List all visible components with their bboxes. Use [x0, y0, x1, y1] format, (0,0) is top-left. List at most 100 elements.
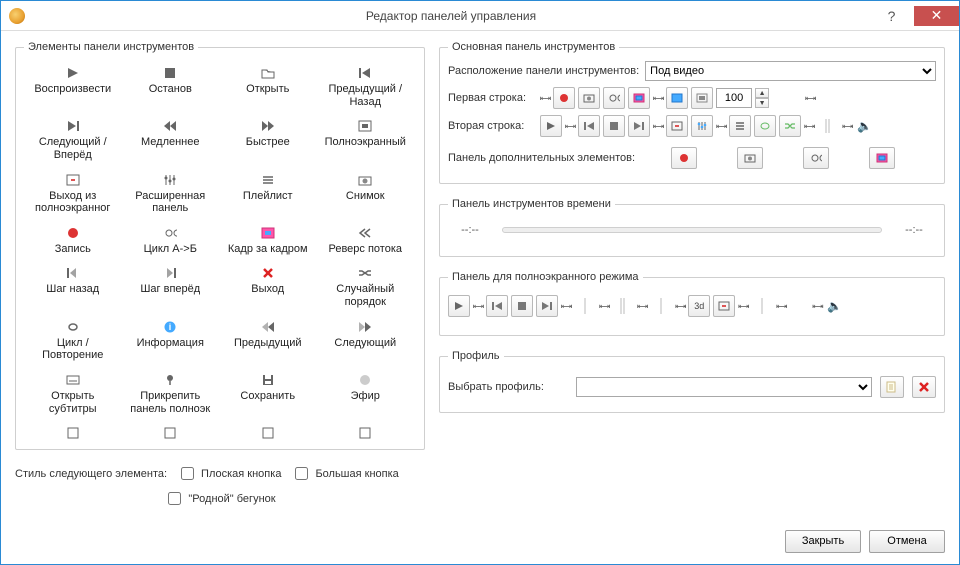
exit-fs-button[interactable] [666, 115, 688, 137]
big-button-check[interactable] [295, 467, 308, 480]
tool-item-step-fwd[interactable]: Шаг вперёд [122, 261, 220, 312]
toolbar-items-grid[interactable]: Воспроизвести ОстановОткрытьПредыдущий / … [24, 61, 416, 441]
tool-item-play[interactable]: Воспроизвести [24, 61, 122, 112]
tool-item-frame[interactable]: Кадр за кадром [219, 221, 317, 260]
tool-item-skip[interactable]: Пропустить [122, 421, 220, 441]
close-button[interactable]: Закрыть [785, 530, 861, 553]
tool-item-quit[interactable]: Выход [219, 261, 317, 312]
tool-item-slower[interactable]: Медленнее [122, 114, 220, 165]
tool-item-faster[interactable]: Быстрее [219, 114, 317, 165]
tool-item-eq[interactable]: Расширенная панель [122, 168, 220, 219]
stop-button[interactable] [603, 115, 625, 137]
play-button[interactable] [540, 115, 562, 137]
zoom-input[interactable] [716, 88, 752, 108]
step-back-icon [62, 265, 84, 281]
tool-item-save[interactable]: Сохранить [219, 368, 317, 419]
fs-exit-button[interactable] [713, 295, 735, 317]
tool-item-loop-ab[interactable]: Цикл A->Б [122, 221, 220, 260]
tool-item-quality[interactable]: Качество [24, 421, 122, 441]
fullscreen-toolbar-legend: Панель для полноэкранного режима [448, 271, 643, 283]
tool-item-shuffle[interactable]: Случайный порядок [317, 261, 415, 312]
tool-item-record[interactable]: Запись [24, 221, 122, 260]
eq-button[interactable] [691, 115, 713, 137]
zoom-down[interactable]: ▼ [755, 98, 769, 108]
tool-item-playlist[interactable]: Плейлист [219, 168, 317, 219]
fullscreen-button[interactable] [666, 87, 688, 109]
arrow-separator-icon: ⇤⇥ [637, 301, 647, 312]
close-window-button[interactable]: ✕ [914, 6, 959, 26]
cancel-button[interactable]: Отмена [869, 530, 945, 553]
big-button-checkbox[interactable]: Большая кнопка [291, 464, 398, 483]
zoom-up[interactable]: ▲ [755, 88, 769, 98]
tool-item-prev[interactable]: Предыдущий / Назад [317, 61, 415, 112]
tool-item-next[interactable]: Следующий / Вперёд [24, 114, 122, 165]
tool-item-skip-prev[interactable]: Предыдущий [219, 315, 317, 366]
next-button[interactable] [628, 115, 650, 137]
arrow-separator-icon: ⇤⇥ [599, 301, 609, 312]
flat-button-check[interactable] [181, 467, 194, 480]
tool-item-skip-next[interactable]: Следующий [317, 315, 415, 366]
tool-item-info[interactable]: iИнформация [122, 315, 220, 366]
profile-new-button[interactable] [880, 376, 904, 398]
fs-separator3[interactable] [650, 295, 672, 317]
playlist-button[interactable] [729, 115, 751, 137]
fs-3d-button[interactable]: 3d [688, 295, 710, 317]
draggable-separator[interactable] [817, 115, 839, 137]
tool-item-label: Информация [137, 337, 204, 350]
fs-next-button[interactable] [536, 295, 558, 317]
step-fwd-icon [159, 265, 181, 281]
tool-item-subs[interactable]: Открыть субтитры [24, 368, 122, 419]
fs-separator1[interactable] [574, 295, 596, 317]
tool-item-label: Воспроизвести [34, 83, 111, 96]
tool-item-goto[interactable]: Перейти на [219, 421, 317, 441]
extra-frame-button[interactable] [869, 147, 895, 169]
time-left-label: --:-- [450, 224, 490, 236]
tool-item-disable[interactable]: Отключить [317, 421, 415, 441]
profile-select[interactable] [576, 377, 872, 397]
fullscreen-icon [354, 118, 376, 134]
tool-item-label: Расширенная панель [124, 190, 218, 215]
loop-button[interactable] [754, 115, 776, 137]
fs-separator4[interactable] [751, 295, 773, 317]
snapshot-button[interactable] [578, 87, 600, 109]
tool-item-stop[interactable]: Останов [122, 61, 220, 112]
tool-item-open[interactable]: Открыть [219, 61, 317, 112]
tool-item-snapshot[interactable]: Снимок [317, 168, 415, 219]
tool-item-label: Случайный порядок [319, 283, 413, 308]
tool-item-fullscreen[interactable]: Полноэкранный [317, 114, 415, 165]
time-slider[interactable] [502, 227, 882, 233]
extra-snapshot-button[interactable] [737, 147, 763, 169]
profile-delete-button[interactable] [912, 376, 936, 398]
arrow-separator-icon: ⇤⇥ [540, 93, 550, 104]
tool-item-label: Медленнее [141, 136, 200, 149]
arrow-separator-icon: ⇤⇥ [776, 301, 786, 312]
record-icon [62, 225, 84, 241]
toolbar-items-legend: Элементы панели инструментов [24, 41, 198, 53]
tool-item-label: Эфир [351, 390, 380, 403]
tool-item-step-back[interactable]: Шаг назад [24, 261, 122, 312]
fs-separator2[interactable] [612, 295, 634, 317]
help-button[interactable]: ? [869, 6, 914, 26]
tool-item-exit-fs[interactable]: Выход из полноэкранног [24, 168, 122, 219]
tool-item-air[interactable]: Эфир [317, 368, 415, 419]
fs-stop-button[interactable] [511, 295, 533, 317]
flat-button-checkbox[interactable]: Плоская кнопка [177, 464, 281, 483]
tool-item-pin[interactable]: Прикрепить панель полноэк [122, 368, 220, 419]
shuffle-button[interactable] [779, 115, 801, 137]
fs-play-button[interactable] [448, 295, 470, 317]
extra-loop-ab-button[interactable] [803, 147, 829, 169]
native-slider-checkbox[interactable]: "Родной" бегунок [164, 489, 275, 508]
prev-button[interactable] [578, 115, 600, 137]
extra-record-button[interactable] [671, 147, 697, 169]
fs-prev-button[interactable] [486, 295, 508, 317]
position-select[interactable]: Под видео [645, 61, 936, 81]
tool-item-label: Кадр за кадром [228, 243, 308, 256]
tool-item-reverse[interactable]: Реверс потока [317, 221, 415, 260]
exit-fullscreen-button[interactable] [691, 87, 713, 109]
loop-ab-button[interactable] [603, 87, 625, 109]
record-button[interactable] [553, 87, 575, 109]
tool-item-label: Следующий [334, 337, 396, 350]
native-slider-check[interactable] [168, 492, 181, 505]
frame-button[interactable] [628, 87, 650, 109]
tool-item-loop[interactable]: Цикл / Повторение [24, 315, 122, 366]
